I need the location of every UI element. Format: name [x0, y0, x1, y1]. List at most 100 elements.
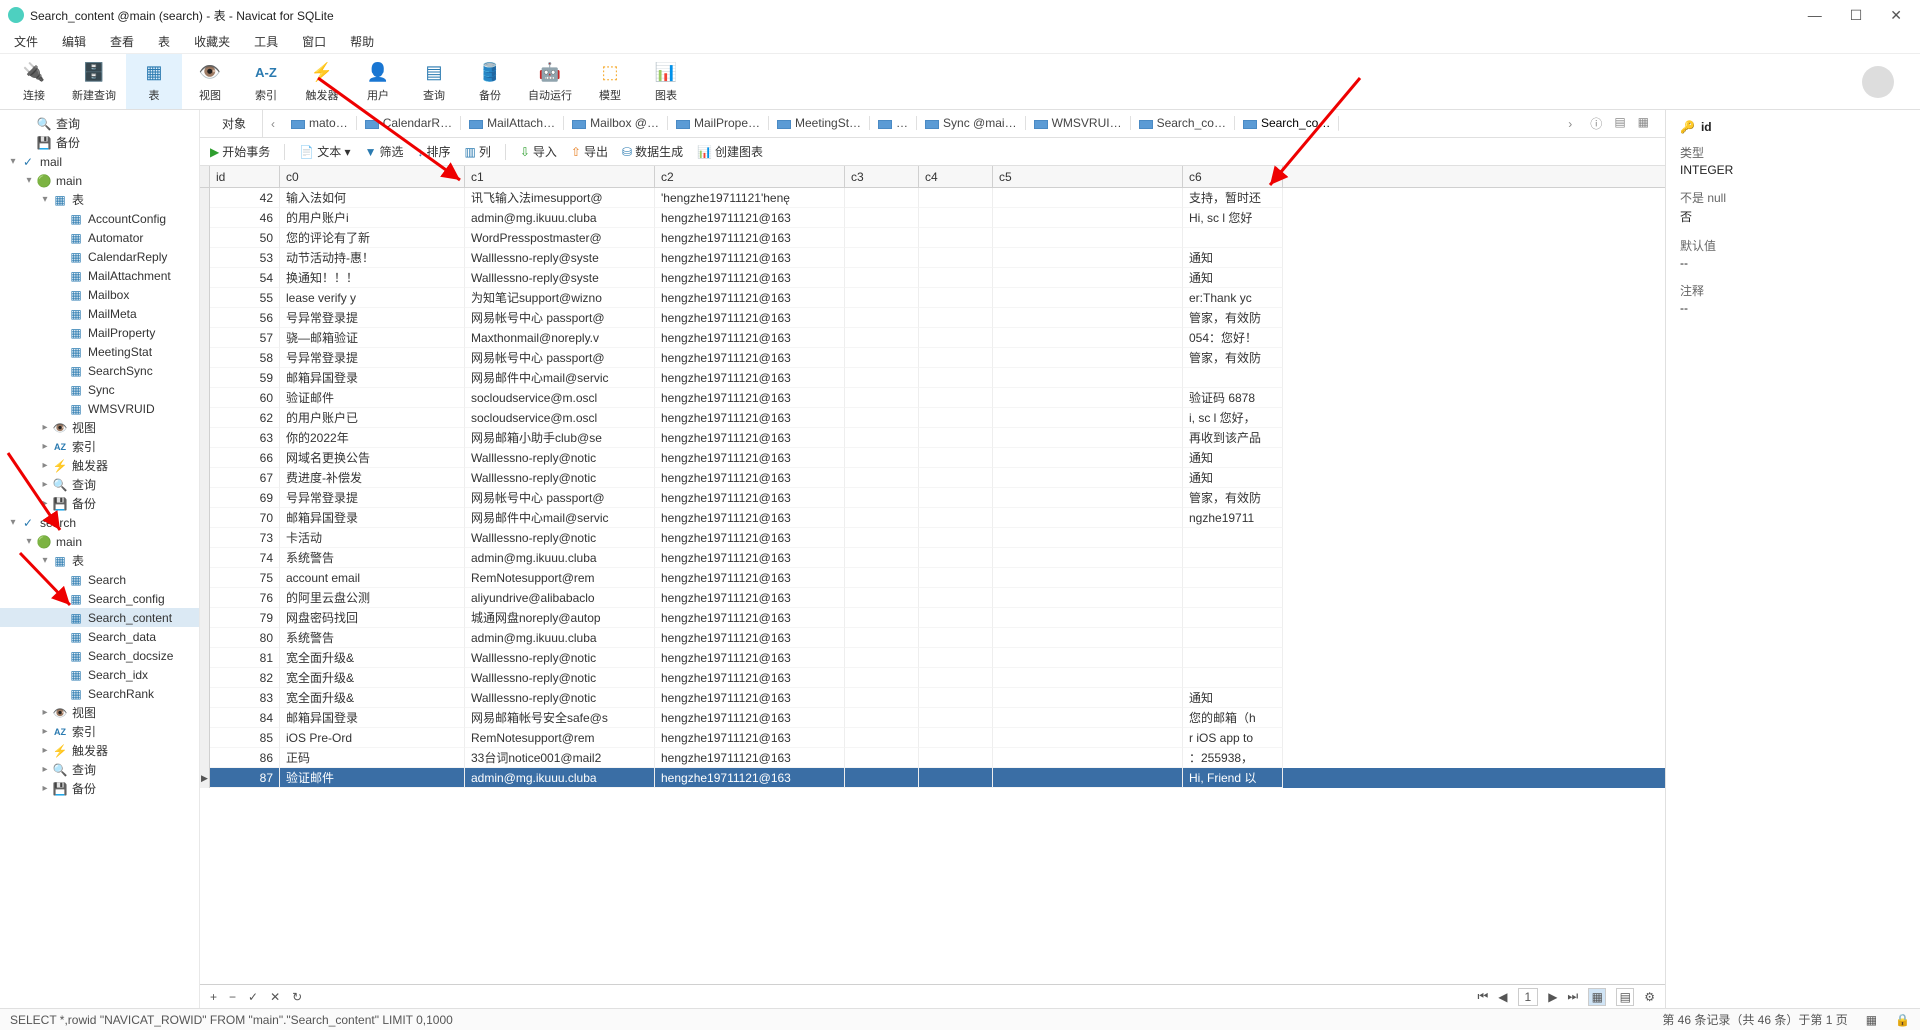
cell[interactable]: [845, 268, 919, 288]
cell[interactable]: 验证码 6878: [1183, 388, 1283, 408]
cell[interactable]: 号异常登录提: [280, 308, 465, 328]
cell[interactable]: [993, 328, 1183, 348]
cell[interactable]: [993, 628, 1183, 648]
action-创建图表[interactable]: 📊创建图表: [697, 143, 763, 160]
action-导出[interactable]: ⇧导出: [571, 143, 608, 160]
tree-search[interactable]: ▾✓search: [0, 513, 199, 532]
cell[interactable]: [845, 448, 919, 468]
cell[interactable]: [919, 368, 993, 388]
cell[interactable]: 73: [210, 528, 280, 548]
cell[interactable]: 'hengzhe19711121'henę: [655, 188, 845, 208]
action-排序[interactable]: ↕排序: [417, 143, 450, 160]
tree-MailProperty[interactable]: ▸▦MailProperty: [0, 323, 199, 342]
action-开始事务[interactable]: ▶开始事务: [210, 143, 270, 160]
add-row-button[interactable]: +: [210, 990, 217, 1004]
tree-twisty[interactable]: ▸: [38, 422, 52, 433]
cell[interactable]: [845, 388, 919, 408]
tab-9[interactable]: Search_co…: [1131, 116, 1235, 130]
cell[interactable]: 网易帐号中心 passport@: [465, 308, 655, 328]
cell[interactable]: 为知笔记support@wizno: [465, 288, 655, 308]
menu-1[interactable]: 编辑: [62, 33, 86, 50]
table-row[interactable]: 54换通知！！！Walllessno-reply@systehengzhe197…: [200, 268, 1665, 288]
cell[interactable]: [1183, 668, 1283, 688]
cell[interactable]: [919, 248, 993, 268]
cell[interactable]: 62: [210, 408, 280, 428]
tree-查询[interactable]: ▸🔍查询: [0, 475, 199, 494]
cell[interactable]: 通知: [1183, 448, 1283, 468]
tree-main[interactable]: ▾🟢main: [0, 171, 199, 190]
cell[interactable]: 网易帐号中心 passport@: [465, 488, 655, 508]
action-数据生成[interactable]: ⛁数据生成: [622, 143, 683, 160]
cell[interactable]: [845, 728, 919, 748]
table-row[interactable]: 85iOS Pre-OrdRemNotesupport@remhengzhe19…: [200, 728, 1665, 748]
tree-twisty[interactable]: ▸: [38, 460, 52, 471]
cancel-button[interactable]: ✕: [270, 990, 280, 1004]
cell[interactable]: 您的邮箱（h: [1183, 708, 1283, 728]
col-header-c0[interactable]: c0: [280, 166, 465, 187]
cell[interactable]: [919, 228, 993, 248]
action-列[interactable]: ▥列: [464, 143, 490, 160]
cell[interactable]: [993, 248, 1183, 268]
table-row[interactable]: 58号异常登录提网易帐号中心 passport@hengzhe19711121@…: [200, 348, 1665, 368]
menu-2[interactable]: 查看: [110, 33, 134, 50]
tree-查询[interactable]: ▸🔍查询: [0, 760, 199, 779]
cell[interactable]: 网易邮箱帐号安全safe@s: [465, 708, 655, 728]
table-row[interactable]: 81宽全面升级&Walllessno-reply@notichengzhe197…: [200, 648, 1665, 668]
cell[interactable]: 验证邮件: [280, 768, 465, 788]
tree-twisty[interactable]: ▸: [38, 479, 52, 490]
cell[interactable]: [919, 288, 993, 308]
cell[interactable]: [919, 328, 993, 348]
tool-连接[interactable]: 🔌连接: [6, 54, 62, 109]
menu-0[interactable]: 文件: [14, 33, 38, 50]
cell[interactable]: 86: [210, 748, 280, 768]
cell[interactable]: 支持，暂时还: [1183, 188, 1283, 208]
cell[interactable]: admin@mg.ikuuu.cluba: [465, 768, 655, 788]
cell[interactable]: [845, 748, 919, 768]
cell[interactable]: 宽全面升级&: [280, 688, 465, 708]
cell[interactable]: [919, 748, 993, 768]
cell[interactable]: admin@mg.ikuuu.cluba: [465, 548, 655, 568]
form-view-button[interactable]: ▤: [1616, 988, 1634, 1006]
cell[interactable]: [845, 588, 919, 608]
cell[interactable]: 56: [210, 308, 280, 328]
tab-5[interactable]: MeetingSt…: [769, 116, 870, 130]
cell[interactable]: 87: [210, 768, 280, 788]
cell[interactable]: hengzhe19711121@163: [655, 308, 845, 328]
cell[interactable]: 系统警告: [280, 628, 465, 648]
table-row[interactable]: 59邮箱异国登录网易邮件中心mail@servichengzhe19711121…: [200, 368, 1665, 388]
cell[interactable]: [993, 468, 1183, 488]
cell[interactable]: hengzhe19711121@163: [655, 328, 845, 348]
tab-1[interactable]: CalendarR…: [357, 116, 461, 130]
cell[interactable]: [993, 688, 1183, 708]
last-page-button[interactable]: ⏭: [1567, 989, 1578, 1004]
action-导入[interactable]: ⇩导入: [520, 143, 557, 160]
cell[interactable]: 通知: [1183, 268, 1283, 288]
cell[interactable]: [1183, 608, 1283, 628]
cell[interactable]: ngzhe19711: [1183, 508, 1283, 528]
cell[interactable]: [919, 188, 993, 208]
cell[interactable]: [993, 588, 1183, 608]
cell[interactable]: 宽全面升级&: [280, 668, 465, 688]
cell[interactable]: [845, 628, 919, 648]
cell[interactable]: [993, 228, 1183, 248]
tree-mail[interactable]: ▾✓mail: [0, 152, 199, 171]
cell[interactable]: [993, 508, 1183, 528]
cell[interactable]: hengzhe19711121@163: [655, 468, 845, 488]
tree-Search_content[interactable]: ▸▦Search_content: [0, 608, 199, 627]
cell[interactable]: [993, 648, 1183, 668]
tree-twisty[interactable]: ▾: [6, 156, 20, 167]
cell[interactable]: 邮箱异国登录: [280, 508, 465, 528]
cell[interactable]: [845, 508, 919, 528]
tree-Automator[interactable]: ▸▦Automator: [0, 228, 199, 247]
cell[interactable]: [993, 308, 1183, 328]
table-row[interactable]: 53动节活动持-惠！Walllessno-reply@systehengzhe1…: [200, 248, 1665, 268]
next-page-button[interactable]: ▶: [1548, 990, 1557, 1004]
tab-0[interactable]: mato…: [283, 116, 357, 130]
cell[interactable]: hengzhe19711121@163: [655, 208, 845, 228]
grid-view-button[interactable]: ▦: [1588, 988, 1606, 1006]
cell[interactable]: Walllessno-reply@notic: [465, 528, 655, 548]
cell[interactable]: 054：您好！: [1183, 328, 1283, 348]
col-header-c6[interactable]: c6: [1183, 166, 1283, 187]
cell[interactable]: admin@mg.ikuuu.cluba: [465, 208, 655, 228]
table-row[interactable]: 66网域名更换公告Walllessno-reply@notichengzhe19…: [200, 448, 1665, 468]
